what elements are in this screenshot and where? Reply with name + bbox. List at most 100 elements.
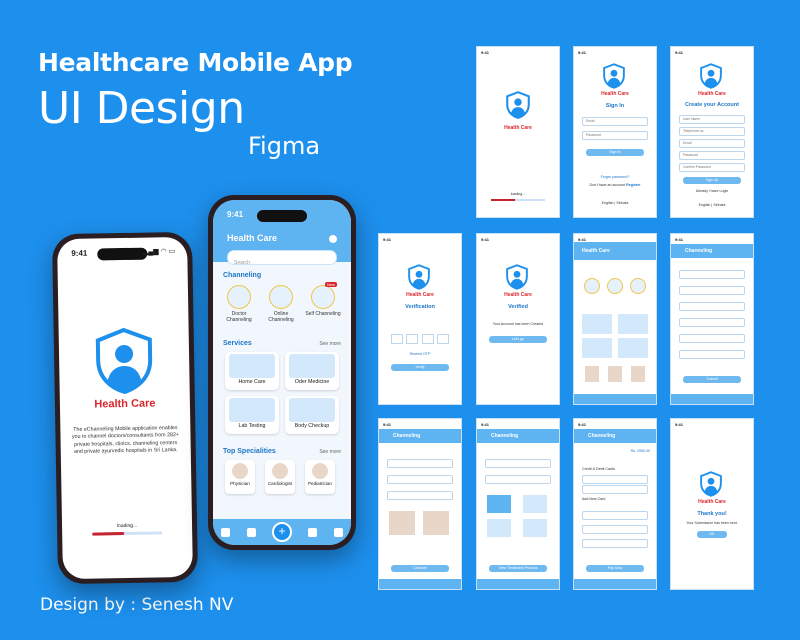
lets-go-button[interactable]: Let's go (489, 336, 547, 343)
doctor-channeling-button[interactable]: Doctor Channeling (219, 285, 259, 323)
document-icon[interactable] (246, 527, 256, 537)
pay-now-button[interactable]: Pay Now (586, 565, 644, 572)
search-input[interactable]: Search (227, 250, 337, 266)
self-channeling-button[interactable]: Self Channeling New (303, 282, 343, 317)
form-field[interactable] (387, 475, 453, 484)
form-field[interactable] (485, 475, 551, 484)
specialities-see-more-link[interactable]: See more (319, 449, 341, 455)
self-icon[interactable] (630, 278, 647, 294)
channeling-heading: Channeling (223, 272, 262, 279)
password-field[interactable]: Password (679, 151, 745, 160)
service-card[interactable] (582, 338, 612, 358)
otp-digit[interactable] (421, 334, 434, 344)
otp-digit[interactable] (436, 334, 449, 344)
form-field[interactable] (679, 270, 745, 279)
telephone-field[interactable]: Telephone no. (679, 127, 745, 136)
label: Online Channeling (268, 311, 294, 323)
phone-icon[interactable] (606, 278, 623, 294)
notification-bell-icon[interactable] (329, 235, 337, 243)
avatar[interactable] (607, 366, 622, 382)
service-image (229, 354, 275, 378)
sign-up-button[interactable]: Sign Up (683, 177, 741, 184)
screen-verification: 9:41 Health Care Verification Resend OTP… (378, 233, 462, 405)
service-card[interactable] (618, 314, 648, 334)
form-field[interactable] (485, 459, 551, 468)
online-channeling-button[interactable]: Online Channeling (261, 285, 301, 323)
doctor-card[interactable] (389, 511, 415, 535)
email-field[interactable]: Email (679, 139, 745, 148)
label: Self Channeling (305, 311, 341, 317)
otp-digit[interactable] (391, 334, 403, 344)
service-order-medicine[interactable]: Oder Medicine (285, 352, 339, 390)
login-link[interactable]: Already i have Login (671, 189, 753, 193)
cardholder-field[interactable] (582, 539, 648, 548)
email-field[interactable]: Email (582, 117, 648, 126)
card-option[interactable] (582, 485, 648, 494)
price-label: Rs. 2950.00 (630, 449, 650, 453)
progress-fill (92, 532, 124, 536)
username-field[interactable]: User Name (679, 115, 745, 124)
brand-name: Health Care (406, 292, 434, 298)
verify-button[interactable]: Verify (391, 364, 449, 371)
add-button[interactable]: + (271, 522, 292, 542)
form-field[interactable] (679, 302, 745, 311)
speciality-cardiologist[interactable]: Cardiologist (265, 460, 295, 494)
avatar[interactable] (584, 366, 599, 382)
home-icon[interactable] (221, 527, 231, 537)
bottom-nav (574, 394, 656, 404)
service-home-care[interactable]: Home Care (225, 352, 279, 390)
service-lab-testing[interactable]: Lab Testing (225, 396, 279, 434)
status-time: 9:41 (481, 422, 490, 427)
notch (97, 247, 148, 261)
resend-otp-link[interactable]: Resend OTP (379, 352, 461, 356)
service-body-checkup[interactable]: Body Checkup (285, 396, 339, 434)
form-field[interactable] (679, 350, 745, 359)
form-field[interactable] (387, 459, 453, 468)
card-number-field[interactable] (582, 511, 648, 520)
service-card[interactable] (582, 314, 612, 334)
screen-thank-you: 9:41 Health Care Thank you! Your Submiss… (670, 418, 754, 590)
screen-verified: 9:41 Health Care Verified Your Account h… (476, 233, 560, 405)
doctor-icon[interactable] (583, 278, 600, 294)
password-field[interactable]: Password (582, 131, 648, 140)
expiry-field[interactable] (582, 525, 648, 534)
status-time: 9:41 (578, 50, 587, 55)
register-link[interactable]: Register (626, 183, 640, 187)
symptom-card[interactable] (523, 495, 547, 513)
brand-name: Health Care (504, 125, 532, 131)
form-field[interactable] (679, 286, 745, 295)
profile-icon[interactable] (333, 527, 343, 537)
brand-name: Health Care (601, 91, 629, 97)
form-field[interactable] (679, 318, 745, 327)
service-card[interactable] (618, 338, 648, 358)
avatar[interactable] (631, 366, 646, 382)
view-treatment-button[interactable]: View Treatment Process (489, 565, 547, 572)
submit-button[interactable]: Submit (683, 376, 741, 383)
doctor-card[interactable] (423, 511, 449, 535)
card-option[interactable] (582, 475, 648, 484)
sign-in-button[interactable]: Sign In (586, 149, 644, 156)
ambulance-icon[interactable] (308, 527, 318, 537)
otp-inputs[interactable] (391, 334, 449, 344)
symptom-card[interactable] (523, 519, 547, 537)
services-see-more-link[interactable]: See more (319, 341, 341, 347)
ok-button[interactable]: OK (697, 531, 727, 538)
symptom-card[interactable] (487, 519, 511, 537)
speciality-physician[interactable]: Physician (225, 460, 255, 494)
form-field[interactable] (387, 491, 453, 500)
new-badge: New (324, 282, 337, 287)
brand-name: Health Care (698, 499, 726, 505)
otp-digit[interactable] (406, 334, 419, 344)
confirm-password-field[interactable]: Confirm Password (679, 163, 745, 172)
form-field[interactable] (679, 334, 745, 343)
language-toggle[interactable]: English | Sinhala (574, 201, 656, 205)
add-card-link[interactable]: Add New Card (582, 497, 605, 501)
symptom-card[interactable] (487, 495, 511, 513)
speciality-pediatrician[interactable]: Pediatrician (305, 460, 335, 494)
forgot-password-link[interactable]: Forget password? (574, 175, 656, 179)
no-account-text: Don't have an account (589, 183, 626, 187)
channel-button[interactable]: Channel (391, 565, 449, 572)
phone-splash: 9:41 ▂▄▆ ◠ ▭ Health Care The eChanneling… (51, 231, 199, 585)
language-toggle[interactable]: English | Sinhala (671, 203, 753, 207)
self-icon (311, 285, 335, 309)
